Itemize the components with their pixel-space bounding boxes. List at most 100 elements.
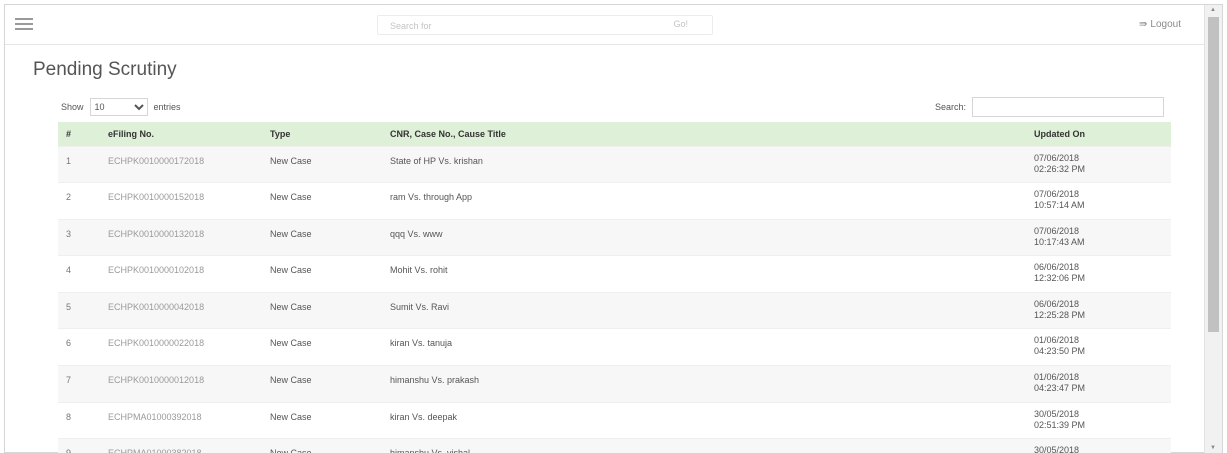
table-search-label: Search: [935,102,967,112]
efiling-number[interactable]: ECHPK0010000172018 [108,156,204,166]
efiling-number[interactable]: ECHPMA01000382018 [108,448,202,453]
top-navbar: Go! ⇛Logout [5,5,1205,45]
cause-title: State of HP Vs. krishan [382,145,1026,183]
updated-time: 12:25:28 PM [1034,309,1086,320]
table-search-input[interactable] [972,97,1165,117]
efiling-link[interactable]: ECHPK0010000152018 [100,182,262,220]
updated-on: 06/06/2018 12:25:28 PM [1026,291,1171,329]
search-go-button[interactable]: Go! [673,19,688,29]
sign-out-icon: ⇛ [1139,19,1148,30]
efiling-link[interactable]: ECHPK0010000172018 [100,145,262,183]
table-row: 9 ECHPMA01000382018 New Casehimanshu Vs. v… [58,438,1171,453]
row-number: 5 [58,291,100,329]
cause-title: kiran Vs. deepak [382,401,1026,439]
updated-date: 07/06/2018 [1034,152,1080,163]
scroll-up-icon[interactable]: ▲ [1210,7,1216,13]
global-search: Go! [377,15,713,35]
efiling-number[interactable]: ECHPK0010000102018 [108,265,204,275]
menu-icon[interactable] [15,18,33,31]
table-row: 5 ECHPK0010000042018 New Case Sumit Vs. Rav… [58,291,1171,329]
scrollbar-thumb[interactable] [1208,17,1219,332]
updated-date: 06/06/2018 [1034,298,1080,309]
cause-title: Sumit Vs. Ravi [382,291,1026,329]
row-number: 7 [58,365,100,403]
entries-label: entries [153,102,181,112]
cause-title: himanshu Vs. vishal [382,438,1026,453]
efiling-number[interactable]: ECHPK0010000042018 [108,302,204,312]
col-header-updated-on[interactable]: Updated On [1026,122,1171,146]
efiling-link[interactable]: ECHPMA01000382018 [100,438,262,453]
row-number: 8 [58,401,100,439]
show-label: Show [61,102,84,112]
entries-select[interactable]: 10 [89,98,148,116]
row-number: 2 [58,182,100,220]
efiling-number[interactable]: ECHPK0010000152018 [108,192,204,202]
updated-date: 01/06/2018 [1034,335,1080,346]
efiling-link[interactable]: ECHPK0010000022018 [100,328,262,366]
row-number: 4 [58,255,100,293]
updated-on: 01/06/2018 04:23:50 PM [1026,328,1171,366]
logout-button[interactable]: ⇛ Logout [1139,19,1181,30]
updated-date: 07/06/2018 [1034,189,1080,200]
efiling-number[interactable]: ECHPMA01000392018 [108,412,202,422]
efiling-number[interactable]: ECHPK0010000012018 [108,375,204,385]
case-type: New Case [262,145,382,183]
updated-on: 07/06/2018 10:57:14 AM [1026,182,1171,220]
efiling-number[interactable]: ECHPK0010000022018 [108,338,204,348]
efiling-link[interactable]: ECHPK0010000012018 [100,365,262,403]
col-header-cause-title[interactable]: CNR, Case No., Cause Title [382,122,1026,146]
case-type: New Case [262,255,382,293]
cause-title: himanshu Vs. prakash [382,365,1026,403]
updated-on: 07/06/2018 02:26:32 PM [1026,145,1171,183]
row-number: 9 [58,438,100,453]
updated-on: 07/06/2018 10:17:43 AM [1026,218,1171,256]
updated-time: 02:26:32 PM [1034,163,1086,174]
case-type: New Case [262,438,382,453]
table-row: 1 ECHPK0010000172018 New Case State of HP V… [58,145,1171,183]
case-type: New Case [262,291,382,329]
col-header-efiling[interactable]: eFiling No. [100,122,262,146]
pending-scrutiny-table: # eFiling No. Type CNR, Case No., Cause … [58,122,1171,453]
updated-on: 01/06/2018 04:23:47 PM [1026,365,1171,403]
table-row: 7 ECHPK0010000012018 New Case himanshu Vs. … [58,365,1171,403]
case-type: New Case [262,218,382,256]
table-row: 8 ECHPMA01000392018 New Case kiran Vs. deep… [58,401,1171,439]
updated-time: 10:57:14 AM [1034,200,1085,211]
entries-control: Show 10 entries [61,98,181,116]
updated-time: 04:23:47 PM [1034,383,1086,394]
efiling-number[interactable]: ECHPK0010000132018 [108,229,204,239]
updated-on: 06/06/2018 12:32:06 PM [1026,255,1171,293]
efiling-link[interactable]: ECHPK0010000102018 [100,255,262,293]
cause-title: ram Vs. through App [382,182,1026,220]
cause-title: qqq Vs. www [382,218,1026,256]
table-row: 6 ECHPK0010000022018 New Case kiran Vs. tan… [58,328,1171,366]
col-header-number[interactable]: # [58,122,100,146]
table-row: 2 ECHPK0010000152018 New Case ram Vs. throu… [58,182,1171,220]
table-search: Search: [935,97,1165,117]
row-number: 3 [58,218,100,256]
vertical-scrollbar[interactable]: ▲ ▼ [1204,5,1222,453]
logout-label: Logout [1150,19,1181,30]
updated-on: 30/05/201802:51:02 PM [1026,438,1171,453]
updated-date: 01/06/2018 [1034,372,1080,383]
app-window: Go! ⇛Logout ▲ ▼ Pending Scrutiny Show 10… [4,4,1223,453]
page-title: Pending Scrutiny [33,59,177,80]
table-row: 4 ECHPK0010000102018 New Case Mohit Vs. roh… [58,255,1171,293]
case-type: New Case [262,365,382,403]
updated-time: 02:51:39 PM [1034,419,1086,430]
case-type: New Case [262,401,382,439]
table-row: 3 ECHPK0010000132018 New Case qqq Vs. www 07… [58,218,1171,256]
table-header-row: # eFiling No. Type CNR, Case No., Cause … [58,122,1171,146]
row-number: 6 [58,328,100,366]
updated-time: 10:17:43 AM [1034,236,1085,247]
updated-date: 06/06/2018 [1034,262,1080,273]
efiling-link[interactable]: ECHPK0010000042018 [100,291,262,329]
updated-date: 07/06/2018 [1034,225,1080,236]
global-search-input[interactable] [378,17,658,35]
efiling-link[interactable]: ECHPK0010000132018 [100,218,262,256]
case-type: New Case [262,328,382,366]
efiling-link[interactable]: ECHPMA01000392018 [100,401,262,439]
col-header-type[interactable]: Type [262,122,382,146]
scroll-down-icon[interactable]: ▼ [1210,445,1216,451]
cause-title: kiran Vs. tanuja [382,328,1026,366]
